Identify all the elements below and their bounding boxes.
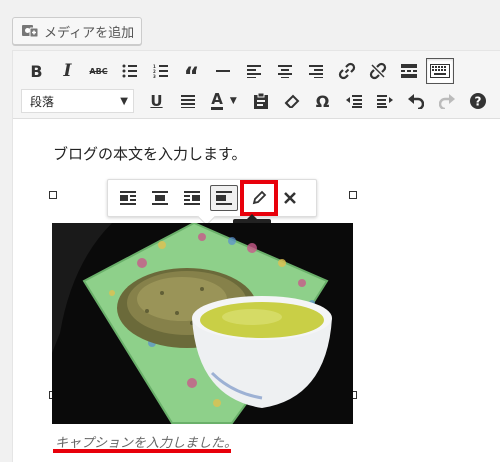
blockquote-icon: “ <box>183 62 200 90</box>
outdent-button[interactable] <box>338 87 369 115</box>
visual-editor: B I ABC 123 “ 段落 ▼ U A ▼ Ω ? ブログの本文を入力しま… <box>12 50 500 462</box>
align-left-icon <box>246 64 261 78</box>
toolbar-toggle-button[interactable] <box>426 58 454 84</box>
resize-handle-top-left[interactable] <box>49 191 57 199</box>
editor-page: メディアを追加 B I ABC 123 “ 段落 ▼ U A ▼ Ω ? ブログ… <box>0 0 500 462</box>
svg-text:?: ? <box>474 95 481 109</box>
image-align-none-icon <box>216 191 232 205</box>
green-tea-photo <box>52 223 353 424</box>
underline-button[interactable]: U <box>141 87 172 115</box>
eraser-icon <box>284 94 299 108</box>
link-icon <box>338 62 355 80</box>
pencil-icon <box>252 190 267 205</box>
strikethrough-icon: ABC <box>89 66 108 76</box>
bullet-list-icon <box>122 64 137 78</box>
horizontal-line-button[interactable] <box>207 57 238 85</box>
numbered-list-button[interactable]: 123 <box>145 57 176 85</box>
text-color-icon: A <box>211 90 223 110</box>
insert-link-button[interactable] <box>331 57 362 85</box>
paste-as-text-button[interactable] <box>245 87 276 115</box>
italic-button[interactable]: I <box>52 57 83 85</box>
image-edit-button[interactable] <box>240 180 278 216</box>
bold-icon: B <box>30 61 43 81</box>
italic-icon: I <box>63 61 72 81</box>
unlink-icon <box>369 62 386 80</box>
image-toolbar <box>107 179 317 217</box>
read-more-icon <box>400 64 417 78</box>
align-right-button[interactable] <box>300 57 331 85</box>
chevron-down-icon: ▼ <box>229 96 237 106</box>
indent-button[interactable] <box>369 87 400 115</box>
add-media-icon <box>22 25 39 38</box>
align-center-icon <box>277 64 292 78</box>
caption-highlight-underline <box>53 449 231 453</box>
undo-icon <box>407 94 424 109</box>
special-character-button[interactable]: Ω <box>307 87 338 115</box>
redo-button[interactable] <box>431 87 462 115</box>
indent-icon <box>376 94 393 108</box>
underline-icon: U <box>150 92 163 110</box>
chevron-down-icon: ▼ <box>120 95 128 107</box>
clear-formatting-button[interactable] <box>276 87 307 115</box>
image-remove-button[interactable] <box>274 183 306 213</box>
add-media-button[interactable]: メディアを追加 <box>12 17 142 45</box>
resize-handle-top-right[interactable] <box>349 191 357 199</box>
help-button[interactable]: ? <box>462 87 493 115</box>
format-select[interactable]: 段落 ▼ <box>21 89 134 113</box>
align-right-icon <box>308 64 323 78</box>
bullet-list-button[interactable] <box>114 57 145 85</box>
bold-button[interactable]: B <box>21 57 52 85</box>
toolbar-row-2: 段落 ▼ U A ▼ Ω ? <box>21 86 493 116</box>
align-left-button[interactable] <box>238 57 269 85</box>
green-tea-image[interactable] <box>52 223 353 424</box>
omega-icon: Ω <box>315 91 330 111</box>
text-color-button[interactable]: A ▼ <box>203 87 245 115</box>
blockquote-button[interactable]: “ <box>176 57 207 90</box>
redo-icon <box>438 94 455 109</box>
format-select-value: 段落 <box>30 94 55 109</box>
image-align-right-icon <box>184 191 200 205</box>
editor-toolbar: B I ABC 123 “ 段落 ▼ U A ▼ Ω ? <box>13 51 500 119</box>
align-center-button[interactable] <box>269 57 300 85</box>
add-media-label: メディアを追加 <box>44 25 135 41</box>
image-align-left-button[interactable] <box>112 183 144 213</box>
image-align-center-icon <box>152 191 168 205</box>
outdent-icon <box>345 94 362 108</box>
body-paragraph[interactable]: ブログの本文を入力します。 <box>53 143 247 164</box>
remove-link-button[interactable] <box>362 57 393 85</box>
strikethrough-button[interactable]: ABC <box>83 57 114 85</box>
undo-button[interactable] <box>400 87 431 115</box>
image-align-left-icon <box>120 191 136 205</box>
read-more-button[interactable] <box>393 57 424 85</box>
image-align-none-button[interactable] <box>210 185 238 211</box>
toolbar-row-1: B I ABC 123 “ <box>21 56 454 90</box>
close-icon <box>284 192 296 204</box>
keyboard-icon <box>430 64 450 78</box>
numbered-list-icon: 123 <box>153 64 168 78</box>
justify-button[interactable] <box>172 87 203 115</box>
image-align-center-button[interactable] <box>144 183 176 213</box>
justify-icon <box>180 94 195 108</box>
image-align-right-button[interactable] <box>176 183 208 213</box>
svg-text:3: 3 <box>153 74 156 78</box>
clipboard-icon <box>253 93 268 109</box>
horizontal-line-icon <box>215 70 230 72</box>
help-icon: ? <box>469 93 486 109</box>
